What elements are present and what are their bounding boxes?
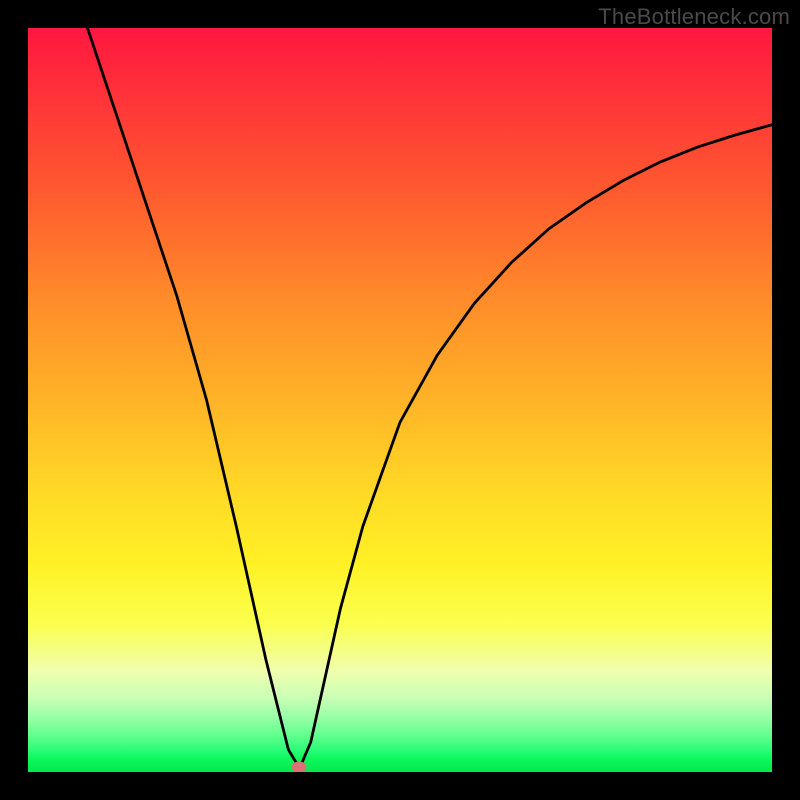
watermark-text: TheBottleneck.com [598, 4, 790, 30]
chart-frame: TheBottleneck.com [0, 0, 800, 800]
curve-svg [28, 28, 772, 772]
optimal-point-marker [292, 762, 307, 773]
plot-area [28, 28, 772, 772]
bottleneck-curve [88, 28, 772, 768]
